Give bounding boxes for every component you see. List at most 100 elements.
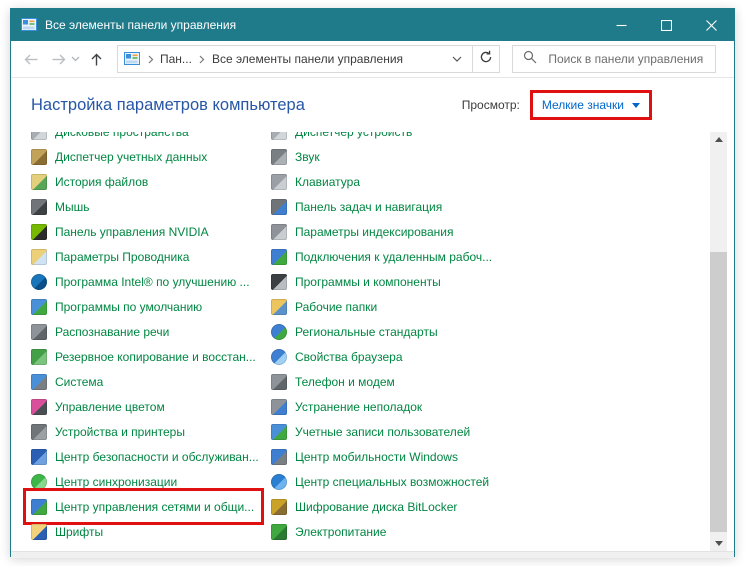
file-history-item[interactable]: История файлов: [31, 169, 154, 194]
sound-item[interactable]: Звук: [271, 144, 326, 169]
indexing-options-item[interactable]: Параметры индексирования: [271, 219, 459, 244]
color-management-item[interactable]: Управление цветом: [31, 394, 171, 419]
nvidia-control-panel-icon: [31, 224, 47, 240]
regional-standards-item[interactable]: Региональные стандарты: [271, 319, 444, 344]
control-panel-location-icon: [124, 51, 140, 67]
device-manager-item[interactable]: Диспетчер устройств: [271, 132, 418, 144]
history-chevron-icon[interactable]: [71, 56, 80, 62]
scrollbar-thumb[interactable]: [710, 252, 727, 532]
refresh-icon: [479, 50, 493, 69]
ease-of-access-item[interactable]: Центр специальных возможностей: [271, 469, 495, 494]
power-options-item[interactable]: Электропитание: [271, 519, 392, 544]
ease-of-access-icon: [271, 474, 287, 490]
page-title: Настройка параметров компьютера: [31, 96, 305, 115]
devices-printers-item[interactable]: Устройства и принтеры: [31, 419, 191, 444]
view-dropdown[interactable]: Мелкие значки: [530, 90, 652, 120]
fonts-item[interactable]: Шрифты: [31, 519, 109, 544]
item-label: Электропитание: [295, 525, 386, 539]
breadcrumb-chevron-icon[interactable]: [148, 55, 154, 64]
item-label: Центр синхронизации: [55, 475, 177, 489]
keyboard-item[interactable]: Клавиатура: [271, 169, 366, 194]
remote-desktop-connections-item[interactable]: Подключения к удаленным рабоч...: [271, 244, 498, 269]
control-panel-window: Все элементы панели управления: [10, 8, 735, 557]
nvidia-control-panel-item[interactable]: Панель управления NVIDIA: [31, 219, 215, 244]
fonts-icon: [31, 524, 47, 540]
phone-modem-item[interactable]: Телефон и модем: [271, 369, 401, 394]
refresh-button[interactable]: [473, 45, 501, 73]
maximize-button[interactable]: [644, 9, 689, 41]
item-label: Программы по умолчанию: [55, 300, 202, 314]
scroll-up-button[interactable]: [710, 132, 727, 147]
regional-standards-icon: [271, 324, 287, 340]
view-value: Мелкие значки: [542, 98, 624, 112]
programs-features-item[interactable]: Программы и компоненты: [271, 269, 447, 294]
default-programs-item[interactable]: Программы по умолчанию: [31, 294, 208, 319]
search-box[interactable]: [512, 45, 716, 73]
device-manager-icon: [271, 132, 287, 140]
user-accounts-item[interactable]: Учетные записи пользователей: [271, 419, 476, 444]
scroll-down-button[interactable]: [710, 536, 727, 551]
item-label: Устройства и принтеры: [55, 425, 185, 439]
mouse-item[interactable]: Мышь: [31, 194, 96, 219]
titlebar[interactable]: Все элементы панели управления: [11, 9, 734, 41]
storage-spaces-item[interactable]: Дисковые пространства: [31, 132, 195, 144]
keyboard-icon: [271, 174, 287, 190]
backup-restore-icon: [31, 349, 47, 365]
credential-manager-icon: [31, 149, 47, 165]
intel-program-item[interactable]: Программа Intel® по улучшению ...: [31, 269, 256, 294]
item-label: Устранение неполадок: [295, 400, 422, 414]
programs-features-icon: [271, 274, 287, 290]
item-label: Рабочие папки: [295, 300, 377, 314]
item-label: Панель управления NVIDIA: [55, 225, 209, 239]
phone-modem-icon: [271, 374, 287, 390]
security-maintenance-item[interactable]: Центр безопасности и обслуживан...: [31, 444, 265, 469]
items-column-right: Диспетчер устройств Звук Клавиатура Панель …: [271, 132, 701, 544]
chevron-down-icon: [715, 541, 723, 546]
storage-spaces-icon: [31, 132, 47, 140]
window-title: Все элементы панели управления: [45, 18, 599, 32]
item-label: Центр управления сетями и общи...: [55, 500, 254, 514]
item-label: Учетные записи пользователей: [295, 425, 470, 439]
up-icon[interactable]: [88, 51, 105, 68]
view-selector-group: Просмотр: Мелкие значки: [462, 90, 652, 120]
speech-recognition-item[interactable]: Распознавание речи: [31, 319, 175, 344]
explorer-options-item[interactable]: Параметры Проводника: [31, 244, 195, 269]
system-item[interactable]: Система: [31, 369, 109, 394]
backup-restore-item[interactable]: Резервное копирование и восстан...: [31, 344, 262, 369]
credential-manager-item[interactable]: Диспетчер учетных данных: [31, 144, 213, 169]
close-button[interactable]: [689, 9, 734, 41]
item-label: Резервное копирование и восстан...: [55, 350, 256, 364]
item-label: Звук: [295, 150, 320, 164]
breadcrumb-segment-parent[interactable]: Пан...: [158, 52, 194, 66]
work-folders-item[interactable]: Рабочие папки: [271, 294, 383, 319]
sync-center-item[interactable]: Центр синхронизации: [31, 469, 183, 494]
mobility-center-item[interactable]: Центр мобильности Windows: [271, 444, 464, 469]
user-accounts-icon: [271, 424, 287, 440]
window-controls: [599, 9, 734, 41]
items-list: Дисковые пространстваДиспетчер учетных д…: [11, 132, 734, 544]
default-programs-icon: [31, 299, 47, 315]
network-sharing-center-item[interactable]: Центр управления сетями и общи...: [31, 494, 260, 519]
internet-options-icon: [271, 349, 287, 365]
troubleshooting-icon: [271, 399, 287, 415]
forward-icon[interactable]: [50, 51, 67, 68]
item-label: Система: [55, 375, 103, 389]
item-label: Панель задач и навигация: [295, 200, 442, 214]
address-bar[interactable]: Пан... Все элементы панели управления: [117, 45, 473, 73]
address-dropdown-icon[interactable]: [452, 56, 462, 63]
items-column-left: Дисковые пространстваДиспетчер учетных д…: [31, 132, 271, 544]
minimize-button[interactable]: [599, 9, 644, 41]
back-icon[interactable]: [23, 51, 40, 68]
breadcrumb-chevron-icon[interactable]: [199, 55, 205, 64]
internet-options-item[interactable]: Свойства браузера: [271, 344, 409, 369]
taskbar-navigation-item[interactable]: Панель задач и навигация: [271, 194, 448, 219]
breadcrumb-segment-current[interactable]: Все элементы панели управления: [210, 52, 405, 66]
bitlocker-item[interactable]: Шифрование диска BitLocker: [271, 494, 463, 519]
troubleshooting-item[interactable]: Устранение неполадок: [271, 394, 428, 419]
item-label: Центр безопасности и обслуживан...: [55, 450, 259, 464]
search-input[interactable]: [546, 51, 709, 67]
intel-program-icon: [31, 274, 47, 290]
remote-desktop-connections-icon: [271, 249, 287, 265]
explorer-options-icon: [31, 249, 47, 265]
scrollbar[interactable]: [710, 132, 727, 551]
